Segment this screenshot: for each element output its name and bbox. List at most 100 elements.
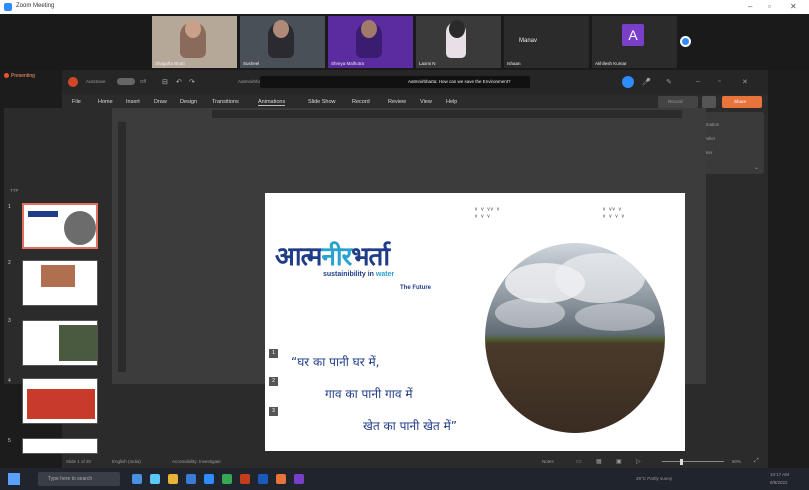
zoom-level[interactable]: 60% bbox=[732, 459, 741, 464]
thumbnail-image bbox=[59, 325, 97, 361]
record-label: Record bbox=[668, 99, 683, 104]
slide-number: 1 bbox=[8, 204, 11, 210]
app-icon[interactable] bbox=[294, 474, 304, 484]
horizontal-ruler bbox=[212, 110, 682, 118]
maximize-icon[interactable]: ▫ bbox=[768, 2, 771, 11]
accessibility-status[interactable]: Accessibility: Investigate bbox=[172, 459, 221, 464]
slide-number: 5 bbox=[8, 438, 11, 444]
title-part-2: नीर bbox=[321, 242, 352, 272]
slide-line-3: खेत का पानी खेत में” bbox=[363, 419, 457, 433]
tab-slide-show[interactable]: Slide Show bbox=[308, 99, 336, 105]
tab-animations[interactable]: Animations bbox=[258, 99, 286, 106]
title-part-1: आत्म bbox=[275, 242, 322, 272]
save-icon[interactable]: ⊟ bbox=[162, 78, 168, 86]
notes-button[interactable]: Notes bbox=[542, 459, 554, 464]
taskbar-search[interactable]: Type here to search bbox=[38, 472, 120, 486]
mic-icon[interactable]: 🎤 bbox=[642, 78, 651, 86]
slide-thumbnail[interactable] bbox=[22, 438, 98, 454]
participant-face bbox=[185, 20, 201, 38]
account-avatar[interactable] bbox=[622, 76, 634, 88]
file-explorer-icon[interactable] bbox=[168, 474, 178, 484]
clock-time[interactable]: 10:17 AM bbox=[770, 472, 789, 477]
subtitle-part-2: water bbox=[375, 271, 395, 278]
thumbnail-image bbox=[64, 211, 96, 245]
presenting-label: Presenting bbox=[11, 73, 35, 79]
slide-thumbnail[interactable] bbox=[22, 378, 98, 424]
slide-line-1: “घर का पानी घर में, bbox=[291, 355, 380, 369]
earth-sky-image bbox=[485, 243, 665, 433]
clock-date[interactable]: 9/8/2022 bbox=[770, 480, 788, 485]
word-taskbar-icon[interactable] bbox=[258, 474, 268, 484]
participant-tile[interactable]: Shreya Malhotra bbox=[328, 16, 413, 68]
fit-slide-icon[interactable]: ⤢ bbox=[754, 458, 759, 465]
tab-draw[interactable]: Draw bbox=[154, 99, 167, 105]
birds-graphic: ᵛ ᵛ ᵛᵛ ᵛᵛ ᵛ ᵛ bbox=[475, 207, 501, 221]
close-icon[interactable]: ✕ bbox=[790, 2, 797, 11]
collapse-ribbon-icon[interactable]: ⌄ bbox=[754, 164, 759, 171]
chrome-icon[interactable] bbox=[222, 474, 232, 484]
start-icon[interactable] bbox=[8, 473, 20, 485]
participant-face bbox=[273, 20, 289, 38]
record-button[interactable]: Record bbox=[658, 96, 698, 108]
zoom-slider-thumb[interactable] bbox=[680, 459, 683, 465]
participant-tile[interactable]: Susheel bbox=[240, 16, 325, 68]
birds-graphic: ᵛ ᵛᵛ ᵛᵛ ᵛ ᵛ ᵛ bbox=[603, 207, 625, 221]
zoom-slider[interactable] bbox=[662, 461, 724, 462]
view-options-icon[interactable] bbox=[680, 36, 691, 47]
participant-name: Shreya Malhotra bbox=[331, 61, 365, 66]
close-icon[interactable]: ✕ bbox=[742, 78, 748, 86]
autosave-toggle[interactable] bbox=[117, 78, 135, 85]
reading-view-icon[interactable]: ▣ bbox=[616, 458, 622, 465]
tab-help[interactable]: Help bbox=[446, 99, 457, 105]
slideshow-icon[interactable]: ▷ bbox=[636, 458, 641, 465]
powerpoint-taskbar-icon[interactable] bbox=[240, 474, 250, 484]
zoom-taskbar-icon[interactable] bbox=[204, 474, 214, 484]
participant-tile[interactable]: A Akhilesh Kumar bbox=[592, 16, 677, 68]
task-view-icon[interactable] bbox=[132, 474, 142, 484]
slide-thumbnail[interactable] bbox=[22, 320, 98, 366]
presentation-banner: Aatmnirbharta: How can we save the Envir… bbox=[260, 76, 530, 88]
participant-tile[interactable]: Laxmi N bbox=[416, 16, 501, 68]
animation-marker[interactable]: 3 bbox=[269, 407, 278, 416]
window-title: Zoom Meeting bbox=[16, 3, 55, 9]
slide-canvas[interactable]: आत्मनीरभर्ता sustainibility in water The… bbox=[265, 193, 685, 451]
minimize-icon[interactable]: – bbox=[696, 78, 700, 85]
section-label[interactable]: TTP bbox=[10, 188, 19, 193]
store-icon[interactable] bbox=[186, 474, 196, 484]
animation-marker[interactable]: 1 bbox=[269, 349, 278, 358]
vertical-ruler bbox=[118, 122, 126, 372]
thumbnail-title bbox=[28, 211, 58, 217]
slide-number: 2 bbox=[8, 260, 11, 266]
tab-home[interactable]: Home bbox=[98, 99, 113, 105]
comments-icon[interactable] bbox=[702, 96, 716, 108]
tab-review[interactable]: Review bbox=[388, 99, 406, 105]
tab-insert[interactable]: Insert bbox=[126, 99, 140, 105]
animation-marker[interactable]: 2 bbox=[269, 377, 278, 386]
normal-view-icon[interactable]: ▭ bbox=[576, 458, 582, 465]
tab-view[interactable]: View bbox=[420, 99, 432, 105]
participant-name-center: Manav bbox=[519, 38, 538, 44]
participant-tile[interactable]: Shagufta Bhatt bbox=[152, 16, 237, 68]
share-button[interactable]: Share bbox=[722, 96, 762, 108]
undo-icon[interactable]: ↶ bbox=[176, 78, 182, 86]
weather-status[interactable]: 29°C Partly sunny bbox=[636, 476, 672, 481]
slide-thumbnail[interactable] bbox=[22, 260, 98, 306]
slide-thumbnail[interactable] bbox=[22, 203, 98, 249]
minimize-icon[interactable]: – bbox=[748, 2, 752, 11]
pen-icon[interactable]: ✎ bbox=[666, 78, 672, 86]
maximize-icon[interactable]: ▫ bbox=[718, 78, 720, 85]
title-part-3: भर्ता bbox=[351, 242, 390, 272]
slide-number: 4 bbox=[8, 378, 11, 384]
app-icon[interactable] bbox=[276, 474, 286, 484]
tab-file[interactable]: File bbox=[72, 99, 81, 105]
tab-design[interactable]: Design bbox=[180, 99, 197, 105]
autosave-label: AutoSave bbox=[86, 79, 106, 84]
powerpoint-logo-icon bbox=[68, 77, 78, 87]
slide-sorter-icon[interactable]: ▦ bbox=[596, 458, 602, 465]
ppt-titlebar: AutoSave Off ⊟ ↶ ↷ Aatmnirbharta Aatmnir… bbox=[62, 70, 768, 94]
tab-record[interactable]: Record bbox=[352, 99, 370, 105]
redo-icon[interactable]: ↷ bbox=[189, 78, 195, 86]
language-status[interactable]: English (India) bbox=[112, 459, 141, 464]
edge-icon[interactable] bbox=[150, 474, 160, 484]
tab-transitions[interactable]: Transitions bbox=[212, 99, 239, 105]
